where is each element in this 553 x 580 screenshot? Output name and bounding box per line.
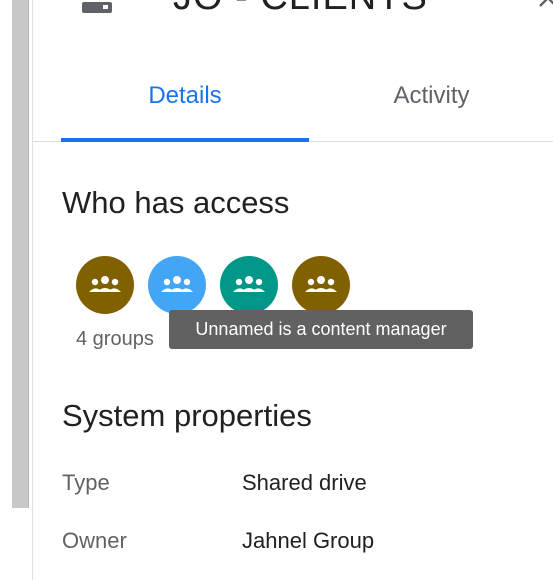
details-panel: JO - CLIENTS Details Activity Who has ac…	[32, 0, 553, 580]
left-gutter	[0, 0, 12, 580]
access-avatars	[76, 256, 350, 314]
property-label: Type	[62, 470, 110, 495]
who-has-access-heading: Who has access	[62, 185, 290, 220]
property-row-owner: Owner Jahnel Group	[62, 528, 542, 560]
active-tab-indicator	[61, 138, 309, 142]
property-row-type: Type Shared drive	[62, 470, 542, 502]
tab-bar: Details Activity	[33, 55, 553, 142]
scrollbar[interactable]	[12, 0, 29, 508]
system-properties-heading: System properties	[62, 398, 312, 433]
property-label: Owner	[62, 528, 127, 553]
group-avatar-4[interactable]	[292, 256, 350, 314]
shared-drive-icon	[82, 0, 112, 14]
group-icon	[161, 276, 193, 292]
group-icon	[233, 276, 265, 292]
details-page: JO - CLIENTS Details Activity Who has ac…	[0, 0, 553, 580]
group-avatar-2[interactable]	[148, 256, 206, 314]
drive-title: JO - CLIENTS	[173, 0, 428, 16]
property-value: Shared drive	[242, 470, 367, 495]
close-icon[interactable]	[536, 0, 553, 10]
groups-count: 4 groups	[76, 328, 154, 350]
tab-details[interactable]: Details	[61, 55, 309, 137]
group-icon	[305, 276, 337, 292]
group-icon	[89, 276, 121, 292]
group-avatar-1[interactable]	[76, 256, 134, 314]
group-avatar-3[interactable]	[220, 256, 278, 314]
property-value: Jahnel Group	[242, 528, 375, 553]
avatar-tooltip: Unnamed is a content manager	[169, 310, 473, 349]
tab-activity[interactable]: Activity	[309, 55, 553, 137]
